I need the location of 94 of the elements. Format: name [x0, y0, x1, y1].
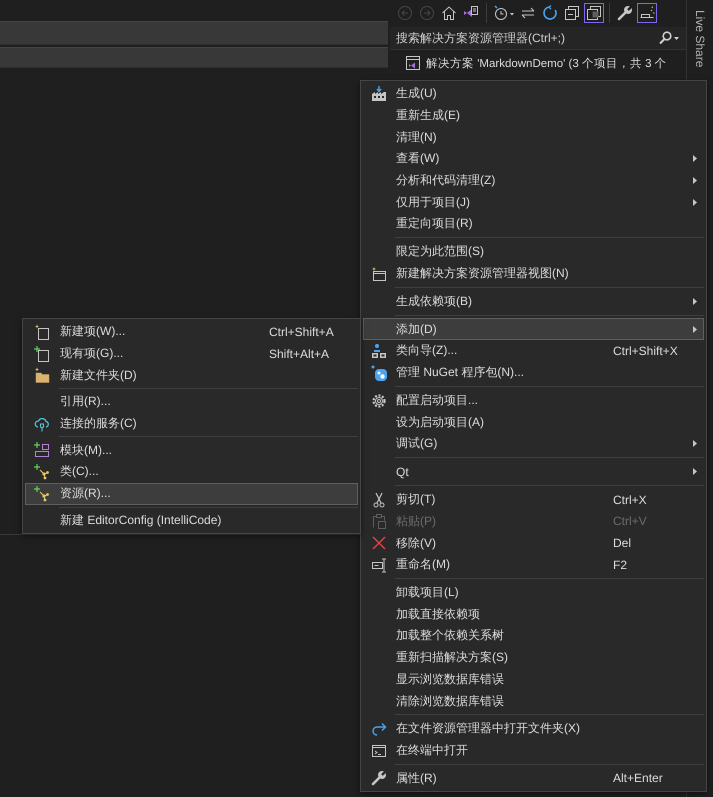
history-icon	[493, 5, 515, 21]
wrench-button[interactable]	[615, 3, 635, 23]
scissors-icon	[371, 492, 387, 508]
shortcut-label: Ctrl+Shift+A	[269, 324, 335, 339]
menu-item[interactable]: 模块(M)...	[25, 439, 358, 462]
shortcut-label: Shift+Alt+A	[269, 346, 330, 361]
menu-item[interactable]: 现有项(G)... Shift+Alt+A	[25, 342, 358, 364]
menu-item[interactable]: 新建文件夹(D)	[25, 364, 358, 386]
refresh-button[interactable]	[540, 3, 560, 23]
gear-icon	[371, 392, 387, 409]
side-tab[interactable]: Live Share	[693, 10, 707, 74]
menu-item[interactable]: 资源(R)...	[25, 482, 358, 504]
back-icon	[397, 5, 413, 21]
factory-icon	[371, 86, 387, 102]
menu-item[interactable]: 引用(R)...	[25, 391, 358, 413]
submenu-arrow-icon	[693, 177, 697, 184]
menu-item[interactable]: 限定为此范围(S)	[363, 241, 704, 263]
submenu-arrow-icon	[693, 155, 697, 162]
menu-item[interactable]: 类(C)...	[25, 461, 358, 483]
new-window-icon	[371, 266, 387, 282]
shortcut-label: Ctrl+Shift+X	[613, 344, 679, 358]
menu-item[interactable]: 加载直接依赖项	[363, 603, 704, 626]
shortcut-label: Alt+Enter	[613, 771, 664, 786]
collapse-icon	[564, 5, 580, 21]
submenu-arrow-icon	[693, 198, 697, 206]
wrench-icon	[617, 5, 633, 21]
wrench-icon	[371, 770, 387, 786]
menu-item[interactable]: 显示浏览数据库错误	[363, 668, 704, 690]
menu-item[interactable]: 新建 EditorConfig (IntelliCode)	[25, 510, 358, 532]
new-folder-icon	[34, 367, 50, 384]
search-icon	[658, 31, 680, 45]
preview-button[interactable]	[637, 3, 657, 23]
menu-item[interactable]: 加载整个依赖关系树	[363, 625, 704, 647]
submenu-arrow-icon	[693, 468, 697, 476]
menu-item[interactable]: 仅用于项目(J)	[363, 191, 704, 214]
menu-item[interactable]: 重新生成(E)	[363, 104, 704, 126]
solution-icon	[405, 55, 421, 71]
menu-item[interactable]: 在终端中打开	[363, 740, 704, 762]
shortcut-label: F2	[613, 558, 628, 572]
menu-item[interactable]: 重命名(M) F2	[363, 554, 704, 576]
tree-item[interactable]: 解决方案 'MarkdownDemo' (3 个项目，共 3 个	[426, 56, 667, 70]
submenu-arrow-icon	[693, 298, 697, 305]
menu-item[interactable]: 剪切(T) Ctrl+X	[363, 488, 704, 510]
menu-item[interactable]: 在文件资源管理器中打开文件夹(X)	[363, 718, 704, 740]
show-all-button[interactable]	[584, 3, 604, 23]
add-class-icon	[34, 486, 50, 502]
shortcut-label: Ctrl+X	[613, 492, 648, 507]
menu-item[interactable]: 生成依赖项(B)	[363, 290, 704, 312]
class-wizard-icon	[371, 342, 387, 359]
rename-icon	[371, 556, 387, 573]
clipboard-icon	[371, 513, 387, 530]
menu-item[interactable]: 清除浏览数据库错误	[363, 690, 704, 712]
menu-item[interactable]: 清理(N)	[363, 126, 704, 148]
terminal-icon	[371, 742, 387, 759]
add-class-icon	[34, 464, 50, 480]
cross-icon	[371, 535, 387, 552]
history-button[interactable]	[492, 3, 516, 23]
menu-item[interactable]: 属性(R) Alt+Enter	[363, 768, 704, 790]
collapse-button[interactable]	[562, 3, 582, 23]
shortcut-label: Ctrl+V	[613, 514, 648, 528]
menu-item[interactable]: 连接的服务(C)	[25, 412, 358, 434]
curved-arrow-icon	[371, 720, 387, 737]
show-all-icon	[586, 5, 602, 21]
menu-item[interactable]: 调试(G)	[363, 433, 704, 455]
refresh-icon	[542, 5, 558, 21]
submenu-arrow-icon	[693, 326, 697, 333]
sync-icon	[520, 5, 536, 21]
add-module-icon	[34, 442, 50, 458]
search-box[interactable]: 搜索解决方案资源管理器(Ctrl+;)	[390, 27, 686, 50]
menu-item[interactable]: 移除(V) Del	[363, 532, 704, 554]
menu-item[interactable]: 设为启动项目(A)	[363, 411, 704, 434]
new-item-icon	[34, 324, 50, 340]
home-icon	[441, 5, 457, 21]
menu-item[interactable]: 新建解决方案资源管理器视图(N)	[363, 262, 704, 284]
submenu-arrow-icon	[693, 440, 697, 448]
menu-item[interactable]: 生成(U)	[363, 83, 704, 105]
menu-item[interactable]: 分析和代码清理(Z)	[363, 170, 704, 192]
menu-item[interactable]: 管理 NuGet 程序包(N)...	[363, 362, 704, 384]
cloud-plug-icon	[34, 416, 50, 432]
menu-item[interactable]: 类向导(Z)... Ctrl+Shift+X	[363, 340, 704, 362]
menu-item[interactable]: 卸载项目(L)	[363, 582, 704, 604]
menu-item[interactable]: 重定向项目(R)	[363, 213, 704, 235]
menu-item[interactable]: Qt	[363, 460, 704, 483]
shortcut-label: Del	[613, 536, 632, 550]
menu-item[interactable]: 新建项(W)... Ctrl+Shift+A	[25, 321, 358, 343]
preview-icon	[639, 5, 655, 21]
menu-item[interactable]: 重新扫描解决方案(S)	[363, 646, 704, 668]
forward-icon	[419, 5, 435, 21]
menu-item[interactable]: 添加(D)	[363, 318, 704, 340]
add-item-icon	[34, 346, 50, 362]
package-icon	[371, 364, 387, 381]
search-field[interactable]: 搜索解决方案资源管理器(Ctrl+;)	[390, 28, 656, 48]
menu-item[interactable]: 查看(W)	[363, 148, 704, 170]
menu-item[interactable]: 配置启动项目...	[363, 390, 704, 412]
